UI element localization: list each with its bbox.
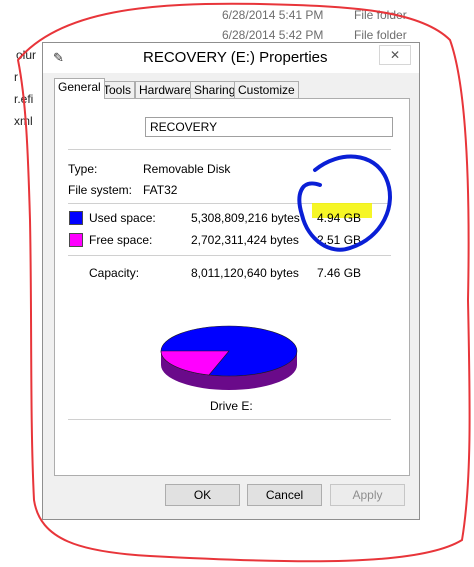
drive-icon: ✎ [53, 50, 64, 65]
bg-row-type: File folder [354, 8, 407, 22]
separator [68, 255, 391, 256]
free-space-size: 2.51 GB [317, 233, 362, 247]
apply-button[interactable]: Apply [330, 484, 405, 506]
capacity-label: Capacity: [89, 266, 140, 280]
close-icon: ✕ [389, 48, 401, 62]
separator [68, 419, 391, 420]
used-space-swatch [69, 211, 83, 225]
bg-row-date: 6/28/2014 5:41 PM [222, 8, 324, 22]
type-value: Removable Disk [143, 162, 231, 176]
bg-filename-fragment: xml [14, 114, 33, 128]
bg-row-date: 6/28/2014 5:42 PM [222, 28, 324, 42]
free-space-bytes: 2,702,311,424 bytes [191, 233, 299, 247]
properties-dialog: ✎ RECOVERY (E:) Properties ✕ General Too… [42, 42, 420, 520]
used-space-bytes: 5,308,809,216 bytes [191, 211, 300, 225]
tab-hardware[interactable]: Hardware [135, 81, 196, 98]
used-space-size: 4.94 GB [317, 211, 362, 225]
used-space-label: Used space: [89, 211, 156, 225]
ok-button[interactable]: OK [165, 484, 240, 506]
separator [68, 203, 391, 204]
bg-filename-fragment: r.efi [14, 92, 34, 106]
file-system-value: FAT32 [143, 183, 178, 197]
cancel-button[interactable]: Cancel [247, 484, 322, 506]
capacity-size: 7.46 GB [317, 266, 362, 280]
type-label: Type: [68, 162, 98, 176]
drive-label: Drive E: [210, 399, 253, 413]
tab-customize[interactable]: Customize [234, 81, 299, 98]
file-system-label: File system: [68, 183, 133, 197]
tab-sharing[interactable]: Sharing [190, 81, 240, 98]
title-bar[interactable]: ✎ RECOVERY (E:) Properties ✕ [43, 43, 419, 73]
bg-row-type: File folder [354, 28, 407, 42]
tab-general[interactable]: General [54, 78, 105, 99]
general-tab-panel: Type: Removable Disk File system: FAT32 … [54, 98, 410, 476]
dialog-title: RECOVERY (E:) Properties [143, 49, 328, 66]
capacity-bytes: 8,011,120,640 bytes [191, 266, 299, 280]
free-space-label: Free space: [89, 233, 153, 247]
usage-pie-chart [160, 325, 298, 390]
free-space-swatch [69, 233, 83, 247]
bg-filename-fragment: olur [16, 48, 37, 62]
close-button[interactable]: ✕ [379, 45, 411, 65]
bg-filename-fragment: r [14, 70, 18, 84]
separator [68, 149, 391, 150]
drive-name-input[interactable] [145, 117, 393, 137]
